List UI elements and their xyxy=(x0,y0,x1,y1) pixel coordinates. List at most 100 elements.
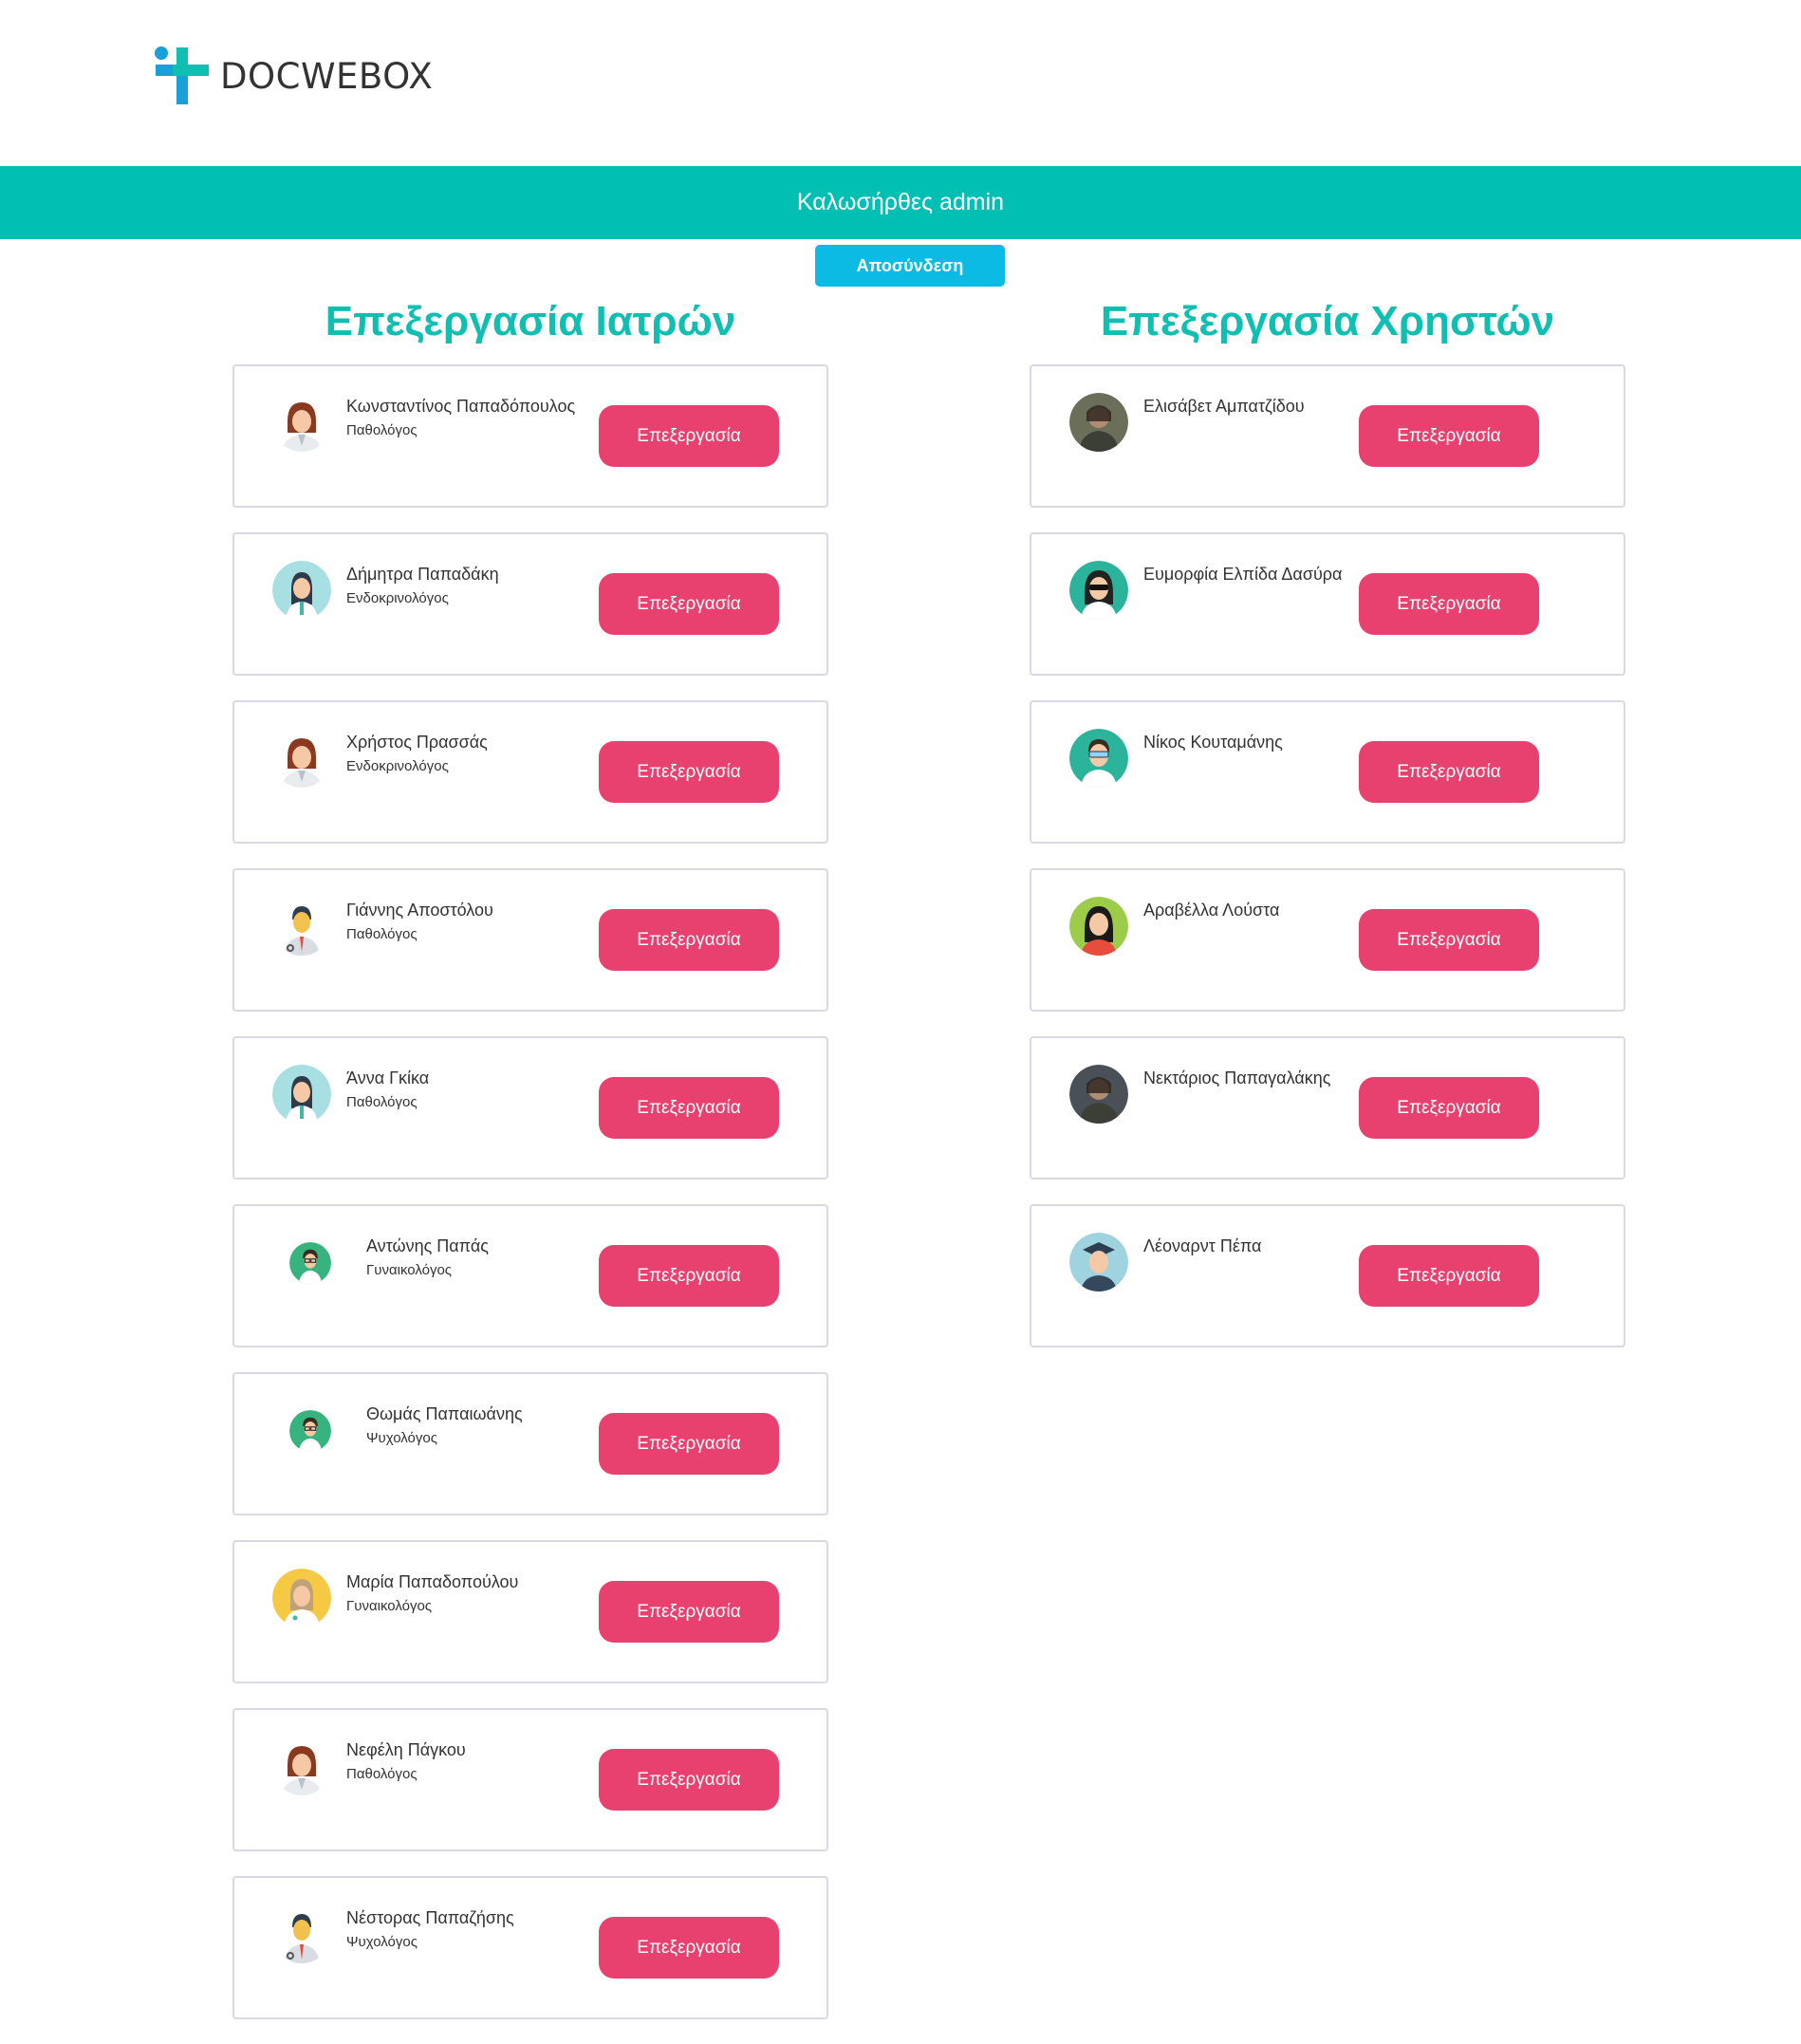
doctor-specialty: Γυναικολόγος xyxy=(346,1598,433,1614)
doctor-card: Άννα Γκίκα Παθολόγος Επεξεργασία xyxy=(232,1036,828,1180)
edit-doctor-button[interactable]: Επεξεργασία xyxy=(599,1245,779,1307)
doctor-name: Νέστορας Παπαζήσης xyxy=(346,1908,514,1927)
edit-doctor-button[interactable]: Επεξεργασία xyxy=(599,909,779,971)
doctor-specialty: Γυναικολόγος xyxy=(366,1262,453,1278)
doctor-specialty: Παθολόγος xyxy=(346,422,418,438)
user-name: Ευμορφία Ελπίδα Δασύρα xyxy=(1143,565,1343,584)
welcome-text: Καλωσήρθες admin xyxy=(796,189,1005,215)
edit-doctor-button[interactable]: Επεξεργασία xyxy=(599,1917,779,1979)
photo-user-avatar-icon xyxy=(1069,1065,1128,1124)
brand-logo[interactable]: DOCWEBOX xyxy=(150,44,433,108)
card-info: Λέοναρντ Πέπα xyxy=(1143,1236,1261,1256)
user-card: Νεκτάριος Παπαγαλάκης Επεξεργασία xyxy=(1030,1036,1625,1180)
doctor-name: Μαρία Παπαδοπούλου xyxy=(346,1572,519,1591)
user-name: Αραβέλλα Λούστα xyxy=(1143,901,1280,920)
photo-user-avatar-icon xyxy=(1069,393,1128,452)
edit-user-button[interactable]: Επεξεργασία xyxy=(1359,573,1539,635)
doctor-card: Νέστορας Παπαζήσης Ψυχολόγος Επεξεργασία xyxy=(232,1876,828,2019)
user-card: Λέοναρντ Πέπα Επεξεργασία xyxy=(1030,1204,1625,1347)
doctor-specialty: Παθολόγος xyxy=(346,926,418,942)
edit-user-button[interactable]: Επεξεργασία xyxy=(1359,741,1539,803)
doctor-card: Κωνσταντίνος Παπαδόπουλος Παθολόγος Επεξερ… xyxy=(232,364,828,508)
female-user-sunglasses-teal-avatar-icon xyxy=(1069,561,1128,620)
female-user-lime-avatar-icon xyxy=(1069,897,1128,956)
doctor-specialty: Παθολόγος xyxy=(346,1766,418,1782)
edit-doctor-button[interactable]: Επεξεργασία xyxy=(599,1077,779,1139)
card-info: Ευμορφία Ελπίδα Δασύρα xyxy=(1143,565,1342,585)
doctors-list: Κωνσταντίνος Παπαδόπουλος Παθολόγος Επεξερ… xyxy=(232,364,828,2044)
doctor-card: Γιάννης Αποστόλου Παθολόγος Επεξεργασία xyxy=(232,868,828,1012)
logout-button[interactable]: Αποσύνδεση xyxy=(815,245,1005,287)
doctor-name: Αντώνης Παπάς xyxy=(366,1236,489,1255)
user-name: Λέοναρντ Πέπα xyxy=(1143,1236,1262,1255)
edit-doctor-button[interactable]: Επεξεργασία xyxy=(599,741,779,803)
user-card: Νίκος Κουταμάνης Επεξεργασία xyxy=(1030,700,1625,844)
edit-user-button[interactable]: Επεξεργασία xyxy=(1359,1077,1539,1139)
doctor-name: Κωνσταντίνος Παπαδόπουλος xyxy=(346,397,576,416)
doctor-card: Μαρία Παπαδοπούλου Γυναικολόγος Επεξεργασί… xyxy=(232,1540,828,1683)
graduate-user-light-blue-avatar-icon xyxy=(1069,1233,1128,1291)
edit-doctor-button[interactable]: Επεξεργασία xyxy=(599,1581,779,1643)
edit-user-button[interactable]: Επεξεργασία xyxy=(1359,1245,1539,1307)
card-info: Κωνσταντίνος Παπαδόπουλος Παθολόγος xyxy=(346,397,575,438)
user-name: Ελισάβετ Αμπατζίδου xyxy=(1143,397,1305,416)
doctor-card: Αντώνης Παπάς Γυναικολόγος Επεξεργασία xyxy=(232,1204,828,1347)
doctor-name: Δήμητρα Παπαδάκη xyxy=(346,565,499,584)
users-list: Ελισάβετ Αμπατζίδου Επεξεργασία Ευμορφία Ε… xyxy=(1030,364,1625,1372)
male-doctor-stethoscope-avatar-icon xyxy=(272,1905,331,1963)
card-info: Νεφέλη Πάγκου Παθολόγος xyxy=(346,1740,466,1782)
welcome-banner: Καλωσήρθες admin xyxy=(0,166,1801,239)
card-info: Νέστορας Παπαζήσης Ψυχολόγος xyxy=(346,1908,514,1950)
doctor-name: Άννα Γκίκα xyxy=(346,1068,430,1087)
doctor-specialty: Ενδοκρινολόγος xyxy=(346,590,449,606)
doctors-section-title: Επεξεργασία Ιατρών xyxy=(325,298,736,344)
doctor-specialty: Παθολόγος xyxy=(346,1094,418,1110)
card-info: Δήμητρα Παπαδάκη Ενδοκρινολόγος xyxy=(346,565,499,606)
user-card: Ελισάβετ Αμπατζίδου Επεξεργασία xyxy=(1030,364,1625,508)
card-info: Άννα Γκίκα Παθολόγος xyxy=(346,1068,429,1110)
card-info: Νίκος Κουταμάνης xyxy=(1143,733,1283,753)
user-name: Νίκος Κουταμάνης xyxy=(1143,733,1283,752)
doctor-name: Νεφέλη Πάγκου xyxy=(346,1740,466,1759)
edit-user-button[interactable]: Επεξεργασία xyxy=(1359,405,1539,467)
doctor-name: Γιάννης Αποστόλου xyxy=(346,901,493,920)
doctor-card: Θωμάς Παπαιωάνης Ψυχολόγος Επεξεργασία xyxy=(232,1372,828,1515)
user-card: Αραβέλλα Λούστα Επεξεργασία xyxy=(1030,868,1625,1012)
card-info: Αντώνης Παπάς Γυναικολόγος xyxy=(366,1236,489,1278)
female-doctor-yellow-avatar-icon xyxy=(272,1569,331,1627)
edit-doctor-button[interactable]: Επεξεργασία xyxy=(599,1749,779,1811)
card-info: Αραβέλλα Λούστα xyxy=(1143,901,1279,920)
user-name: Νεκτάριος Παπαγαλάκης xyxy=(1143,1068,1331,1087)
medical-cross-logo-icon xyxy=(150,44,213,108)
user-card: Ευμορφία Ελπίδα Δασύρα Επεξεργασία xyxy=(1030,532,1625,676)
edit-doctor-button[interactable]: Επεξεργασία xyxy=(599,1413,779,1475)
female-doctor-teal-avatar-icon xyxy=(272,1065,331,1124)
edit-user-button[interactable]: Επεξεργασία xyxy=(1359,909,1539,971)
doctor-card: Δήμητρα Παπαδάκη Ενδοκρινολόγος Επεξεργασί… xyxy=(232,532,828,676)
male-doctor-glasses-green-avatar-icon xyxy=(289,1242,331,1284)
female-doctor-brown-hair-avatar-icon xyxy=(272,1737,331,1795)
doctor-specialty: Ενδοκρινολόγος xyxy=(346,758,449,774)
edit-doctor-button[interactable]: Επεξεργασία xyxy=(599,405,779,467)
doctor-specialty: Ψυχολόγος xyxy=(346,1934,418,1950)
card-info: Γιάννης Αποστόλου Παθολόγος xyxy=(346,901,493,942)
male-user-glasses-teal-avatar-icon xyxy=(1069,729,1128,788)
female-doctor-brown-hair-avatar-icon xyxy=(272,393,331,452)
card-info: Μαρία Παπαδοπούλου Γυναικολόγος xyxy=(346,1572,518,1614)
doctor-card: Νεφέλη Πάγκου Παθολόγος Επεξεργασία xyxy=(232,1708,828,1851)
doctor-name: Θωμάς Παπαιωάνης xyxy=(366,1404,523,1423)
card-info: Νεκτάριος Παπαγαλάκης xyxy=(1143,1068,1330,1088)
card-info: Θωμάς Παπαιωάνης Ψυχολόγος xyxy=(366,1404,523,1446)
doctor-specialty: Ψυχολόγος xyxy=(366,1430,437,1446)
male-doctor-glasses-green-avatar-icon xyxy=(289,1410,331,1452)
card-info: Χρήστος Πρασσάς Ενδοκρινολόγος xyxy=(346,733,488,774)
female-doctor-teal-avatar-icon xyxy=(272,561,331,620)
male-doctor-stethoscope-avatar-icon xyxy=(272,897,331,956)
doctor-card: Χρήστος Πρασσάς Ενδοκρινολόγος Επεξεργασία xyxy=(232,700,828,844)
users-section-title: Επεξεργασία Χρηστών xyxy=(1100,298,1555,344)
edit-doctor-button[interactable]: Επεξεργασία xyxy=(599,573,779,635)
card-info: Ελισάβετ Αμπατζίδου xyxy=(1143,397,1305,417)
female-doctor-brown-hair-avatar-icon xyxy=(272,729,331,788)
brand-name: DOCWEBOX xyxy=(220,55,434,97)
doctor-name: Χρήστος Πρασσάς xyxy=(346,733,488,752)
